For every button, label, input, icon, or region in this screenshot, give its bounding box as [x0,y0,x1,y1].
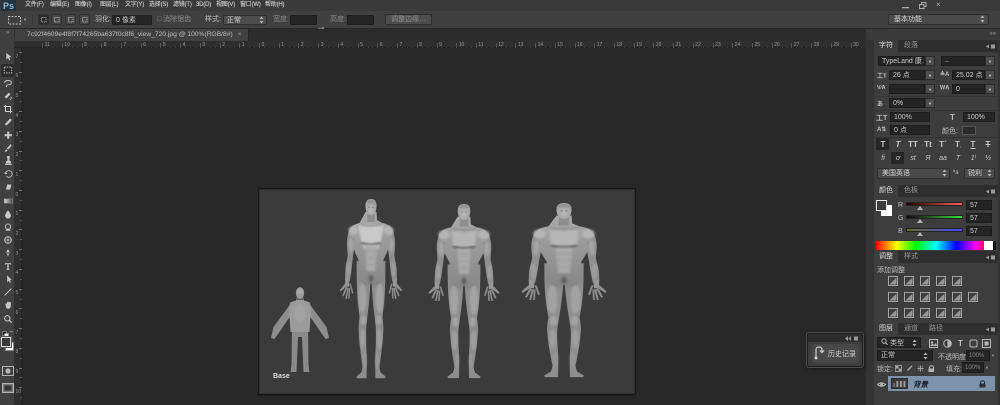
svg-text:Base: Base [273,373,290,380]
